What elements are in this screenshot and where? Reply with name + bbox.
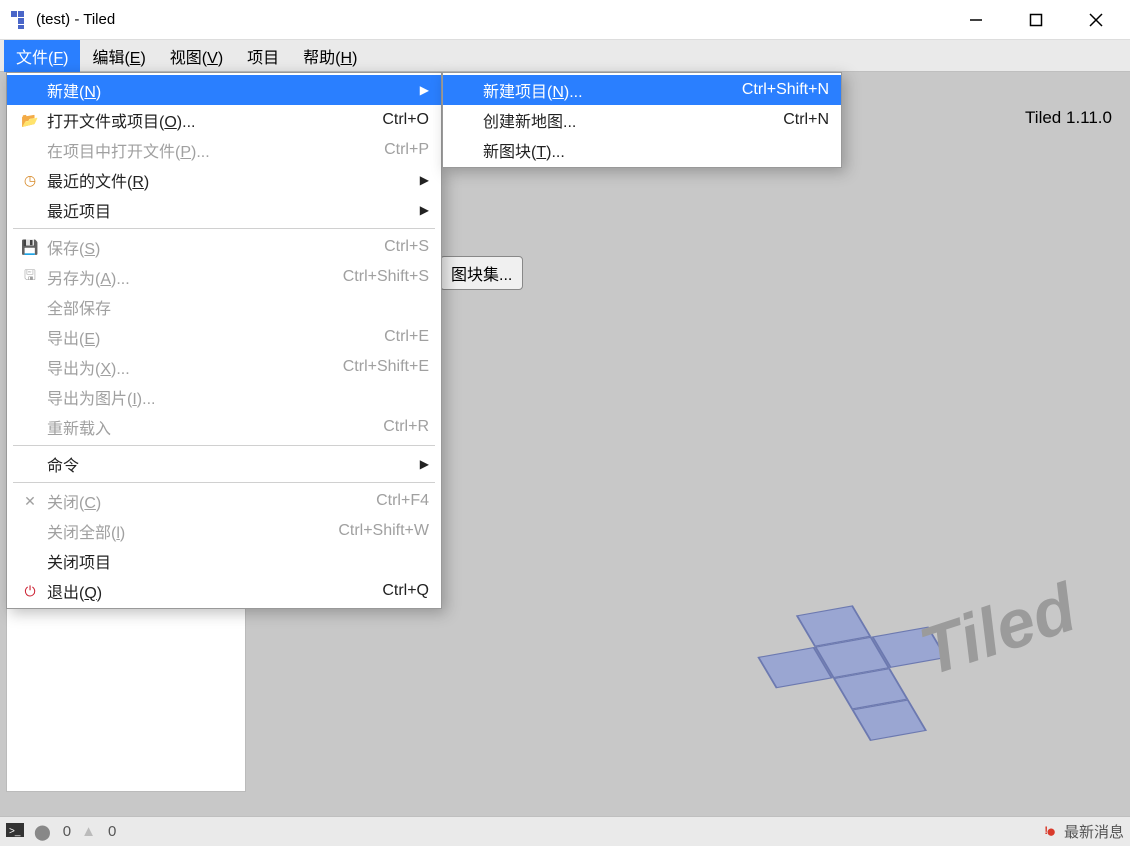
close-button[interactable]	[1066, 0, 1126, 40]
menu-item-recent-files[interactable]: ◷最近的文件(R)▶	[7, 165, 441, 195]
warning-icon[interactable]: ▲	[81, 823, 96, 840]
menu-view[interactable]: 视图(V)	[158, 40, 235, 72]
menu-help[interactable]: 帮助(H)	[291, 40, 369, 72]
menu-item-new-tileset[interactable]: 新图块(T)...	[443, 135, 841, 165]
svg-text:>_: >_	[9, 826, 21, 837]
titlebar: (test) - Tiled	[0, 0, 1130, 40]
window-title: (test) - Tiled	[36, 11, 946, 28]
menu-item-recent-projects[interactable]: 最近项目▶	[7, 195, 441, 225]
console-icon[interactable]: >_	[6, 823, 24, 841]
menu-item-close-all: 关闭全部(l)Ctrl+Shift+W	[7, 516, 441, 546]
save-as-icon: 🖫	[19, 265, 41, 289]
menu-project[interactable]: 项目	[235, 40, 291, 72]
clock-icon: ◷	[19, 172, 41, 189]
chevron-right-icon: ▶	[420, 457, 429, 471]
statusbar: >_ ⬤0 ▲0 ● ! 最新消息	[0, 816, 1130, 846]
menu-item-commands[interactable]: 命令▶	[7, 449, 441, 479]
new-submenu: 新建项目(N)...Ctrl+Shift+N 创建新地图...Ctrl+N 新图…	[442, 72, 842, 168]
menu-item-new-map[interactable]: 创建新地图...Ctrl+N	[443, 105, 841, 135]
menu-item-export: 导出(E)Ctrl+E	[7, 322, 441, 352]
version-label: Tiled 1.11.0	[1025, 108, 1112, 128]
menu-item-reload: 重新载入Ctrl+R	[7, 412, 441, 442]
menu-item-quit[interactable]: ⏻退出(Q)Ctrl+Q	[7, 576, 441, 606]
tiled-logo: Tiled	[710, 526, 1090, 786]
menu-edit[interactable]: 编辑(E)	[80, 40, 157, 72]
chevron-right-icon: ▶	[420, 173, 429, 187]
file-menu: 新建(N)▶ 📂打开文件或项目(O)...Ctrl+O 在项目中打开文件(P).…	[6, 72, 442, 609]
chevron-right-icon: ▶	[420, 203, 429, 217]
close-icon: ✕	[19, 493, 41, 510]
menu-item-save-as: 🖫另存为(A)...Ctrl+Shift+S	[7, 262, 441, 292]
news-label[interactable]: 最新消息	[1064, 821, 1124, 842]
warning-count: 0	[108, 823, 116, 840]
menu-file[interactable]: 文件(F)	[4, 40, 80, 72]
quit-icon: ⏻	[19, 583, 41, 600]
menubar: 文件(F) 编辑(E) 视图(V) 项目 帮助(H)	[0, 40, 1130, 72]
menu-item-save-all: 全部保存	[7, 292, 441, 322]
menu-item-save: 💾保存(S)Ctrl+S	[7, 232, 441, 262]
error-icon[interactable]: ⬤	[34, 823, 51, 841]
error-count: 0	[63, 823, 71, 840]
minimize-button[interactable]	[946, 0, 1006, 40]
menu-item-new-project[interactable]: 新建项目(N)...Ctrl+Shift+N	[443, 75, 841, 105]
menu-item-close: ✕关闭(C)Ctrl+F4	[7, 486, 441, 516]
maximize-button[interactable]	[1006, 0, 1066, 40]
svg-text:Tiled: Tiled	[911, 569, 1086, 690]
menu-item-export-as: 导出为(X)...Ctrl+Shift+E	[7, 352, 441, 382]
menu-item-open[interactable]: 📂打开文件或项目(O)...Ctrl+O	[7, 105, 441, 135]
menu-item-close-project[interactable]: 关闭项目	[7, 546, 441, 576]
chevron-right-icon: ▶	[420, 83, 429, 97]
folder-open-icon: 📂	[19, 112, 41, 129]
menu-item-export-image: 导出为图片(I)...	[7, 382, 441, 412]
menu-item-new[interactable]: 新建(N)▶	[7, 75, 441, 105]
menu-item-open-in-project: 在项目中打开文件(P)...Ctrl+P	[7, 135, 441, 165]
save-icon: 💾	[19, 239, 41, 256]
tileset-button[interactable]: 图块集...	[440, 256, 523, 290]
app-icon	[10, 10, 30, 30]
